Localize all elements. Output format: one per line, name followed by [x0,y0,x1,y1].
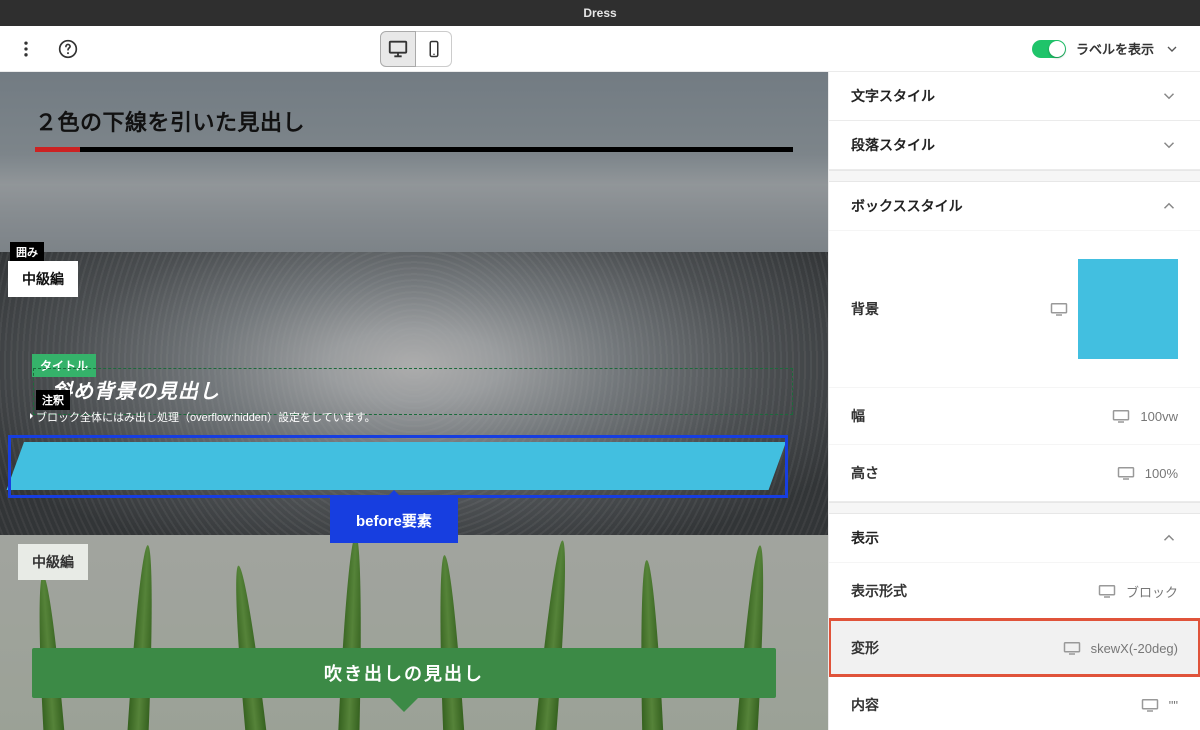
desktop-preview-button[interactable] [380,31,416,67]
heading2-title: 斜め背景の見出し [52,375,774,404]
heading1-title: ２色の下線を引いた見出し [35,105,793,137]
heading-two-color-underline[interactable]: ２色の下線を引いた見出し [35,105,793,152]
row-content-value: "" [1169,698,1178,713]
row-width-label: 幅 [851,406,865,426]
background-color-swatch[interactable] [1078,259,1178,359]
level-badge-2[interactable]: 中級編 [18,544,88,580]
device-preview-group [380,31,452,67]
row-display-mode-label: 表示形式 [851,581,907,601]
note-text: ブロック全体にはみ出し処理（overflow:hidden）設定をしています。 [36,409,376,425]
section-box-style[interactable]: ボックススタイル [829,182,1200,230]
heading-speech-bubble[interactable]: 吹き出しの見出し [32,648,776,698]
tag-frame: 囲み [10,242,44,262]
row-background[interactable]: 背景 [829,230,1200,387]
section-paragraph-style[interactable]: 段落スタイル [829,121,1200,169]
selection-outline[interactable] [8,435,788,498]
heading-slanted-bg[interactable]: 斜め背景の見出し [33,368,793,415]
selection-label: before要素 [330,498,458,543]
menu-button[interactable] [12,35,40,63]
chevron-down-icon [1160,87,1178,105]
row-content[interactable]: 内容 "" [829,676,1200,730]
chevron-up-icon [1160,529,1178,547]
inspector-panel: 文字スタイル 段落スタイル ボックススタイル 背景 [828,72,1200,730]
row-height[interactable]: 高さ 100% [829,444,1200,501]
row-height-label: 高さ [851,463,879,483]
row-content-label: 内容 [851,695,879,715]
row-display-mode-value: ブロック [1126,582,1178,601]
toolbar: ラベルを表示 [0,26,1200,72]
more-vertical-icon [16,39,36,59]
mobile-icon [425,38,443,60]
chevron-down-icon [1160,136,1178,154]
desktop-icon [1063,641,1081,655]
help-button[interactable] [54,35,82,63]
label-toggle-text: ラベルを表示 [1076,39,1154,58]
chevron-down-icon[interactable] [1164,41,1180,57]
section-display[interactable]: 表示 [829,514,1200,562]
row-display-mode[interactable]: 表示形式 ブロック [829,562,1200,619]
window-title: Dress [583,6,616,20]
row-width[interactable]: 幅 100vw [829,387,1200,444]
section-paragraph-style-label: 段落スタイル [851,135,935,155]
row-transform-value: skewX(-20deg) [1091,641,1178,656]
row-transform-label: 変形 [851,638,879,658]
row-background-label: 背景 [851,299,879,319]
level-badge-1[interactable]: 中級編 [8,261,78,297]
label-toggle[interactable] [1032,40,1066,58]
preview-canvas[interactable]: ２色の下線を引いた見出し 囲み 中級編 タイトル 斜め背景の見出し 注釈 ブロッ… [0,72,828,730]
row-width-value: 100vw [1140,409,1178,424]
desktop-icon [1141,698,1159,712]
chevron-up-icon [1160,197,1178,215]
mobile-preview-button[interactable] [416,31,452,67]
row-height-value: 100% [1145,466,1178,481]
desktop-icon [387,38,409,60]
desktop-icon [1112,409,1130,423]
background-sky [0,72,828,277]
desktop-icon [1098,584,1116,598]
help-icon [58,39,78,59]
row-transform[interactable]: 変形 skewX(-20deg) [829,619,1200,676]
tag-note: 注釈 [36,390,70,410]
section-display-label: 表示 [851,528,879,548]
section-text-style-label: 文字スタイル [851,86,935,106]
section-text-style[interactable]: 文字スタイル [829,72,1200,120]
desktop-icon [1050,302,1068,316]
desktop-icon [1117,466,1135,480]
window-titlebar: Dress [0,0,1200,26]
section-box-style-label: ボックススタイル [851,196,963,216]
